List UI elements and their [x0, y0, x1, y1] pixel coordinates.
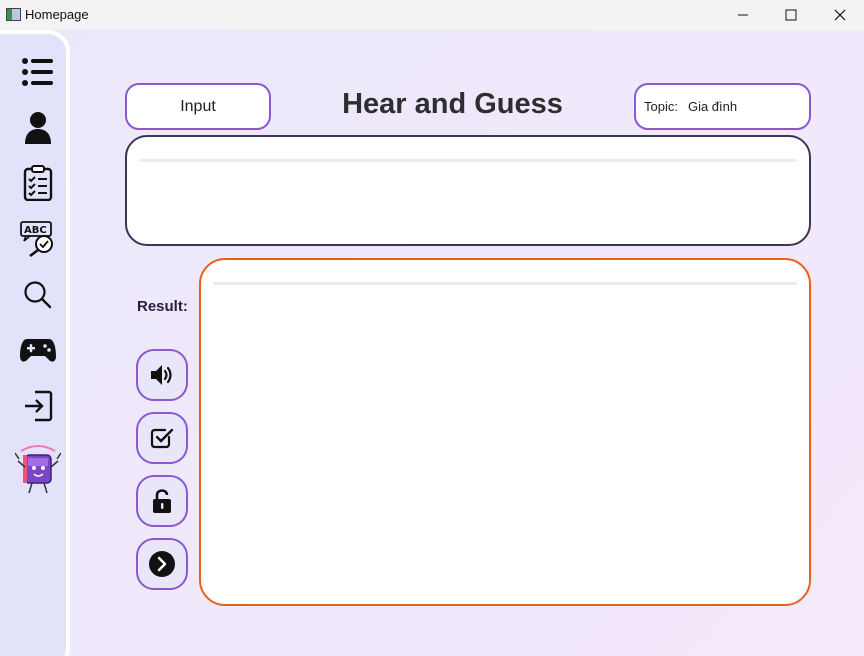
user-icon: [25, 112, 51, 144]
topic-box: Topic: Gia đình: [634, 83, 811, 130]
minimize-button[interactable]: [720, 0, 766, 30]
result-label: Result:: [137, 298, 188, 315]
reveal-answer-button[interactable]: [136, 475, 188, 527]
svg-text:ABC: ABC: [24, 225, 47, 236]
app-icon: [6, 8, 21, 21]
window-title: Homepage: [25, 7, 89, 22]
check-answer-button[interactable]: [136, 412, 188, 464]
close-icon: [834, 9, 846, 21]
abc-check-icon: ABC: [20, 221, 53, 257]
question-box[interactable]: [125, 135, 811, 246]
title-bar: Homepage: [0, 0, 864, 30]
gamepad-icon: [20, 339, 56, 362]
next-question-button[interactable]: [136, 538, 188, 590]
check-square-icon: [150, 428, 174, 449]
topic-label: Topic:: [644, 99, 678, 114]
sidebar-item-profile[interactable]: [18, 108, 58, 148]
sidebar-item-search[interactable]: [18, 275, 58, 315]
result-divider: [213, 282, 797, 285]
list-icon: [22, 58, 53, 86]
sidebar: ABC: [0, 30, 70, 656]
minimize-icon: [738, 14, 748, 16]
play-audio-button[interactable]: [136, 349, 188, 401]
input-button[interactable]: Input: [125, 83, 271, 130]
maximize-icon: [785, 9, 797, 21]
sidebar-item-game[interactable]: [18, 330, 58, 370]
page-title: Hear and Guess: [342, 88, 563, 120]
topic-value: Gia đình: [687, 99, 738, 114]
close-button[interactable]: [817, 0, 863, 30]
question-divider: [139, 159, 797, 162]
clipboard-icon: [23, 165, 53, 201]
unlock-icon: [153, 489, 171, 513]
search-icon: [24, 281, 52, 309]
next-circle-icon: [149, 551, 175, 577]
sidebar-item-logout[interactable]: [18, 386, 58, 426]
sidebar-item-menu[interactable]: [18, 52, 58, 92]
result-box[interactable]: [199, 258, 811, 606]
sidebar-item-tasks[interactable]: [18, 163, 58, 203]
mascot-icon: [15, 445, 61, 494]
sidebar-item-mascot[interactable]: [14, 442, 62, 498]
maximize-button[interactable]: [768, 0, 814, 30]
sidebar-item-spelling[interactable]: ABC: [18, 219, 58, 259]
exit-icon: [25, 390, 53, 422]
main-area: ABC Input Hear and Guess Topic: Gia đình…: [0, 30, 864, 656]
speaker-icon: [151, 365, 172, 385]
